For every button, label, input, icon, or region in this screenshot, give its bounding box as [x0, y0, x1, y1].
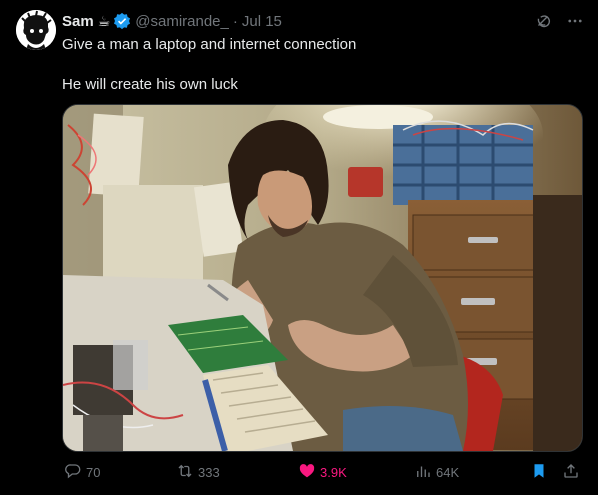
name-emoji: ☕ [97, 12, 111, 29]
tweet-line-1: Give a man a laptop and internet connect… [62, 36, 357, 53]
like-icon [298, 462, 316, 483]
display-name[interactable]: Sam [62, 13, 94, 30]
tweet-text: Give a man a laptop and internet connect… [62, 35, 582, 95]
repost-count: 333 [198, 465, 220, 480]
views-button[interactable]: 64K [414, 462, 459, 483]
tweet[interactable]: Sam ☕ @samirande_ · Jul 15 Give a man a [0, 0, 598, 495]
bookmark-icon [530, 462, 548, 483]
tweet-line-2: He will create his own luck [62, 76, 238, 93]
user-handle[interactable]: @samirande_ [135, 13, 229, 30]
separator-dot: · [232, 12, 238, 30]
views-icon [414, 462, 432, 483]
repost-button[interactable]: 333 [176, 462, 220, 483]
verified-badge-icon [113, 12, 131, 30]
tweet-date[interactable]: Jul 15 [242, 13, 282, 30]
like-button[interactable]: 3.9K [298, 462, 347, 483]
reply-button[interactable]: 70 [64, 462, 100, 483]
reply-icon [64, 462, 82, 483]
share-button[interactable] [562, 462, 580, 483]
repost-icon [176, 462, 194, 483]
tweet-photo[interactable] [62, 104, 583, 452]
more-icon[interactable] [566, 12, 584, 30]
like-count: 3.9K [320, 465, 347, 480]
share-icon [562, 462, 580, 483]
bookmark-button[interactable] [530, 462, 548, 483]
views-count: 64K [436, 465, 460, 480]
action-bar: 70 333 3.9K 64K [62, 460, 584, 484]
avatar[interactable] [16, 10, 56, 50]
grok-icon[interactable] [534, 12, 552, 30]
reply-count: 70 [86, 465, 101, 480]
